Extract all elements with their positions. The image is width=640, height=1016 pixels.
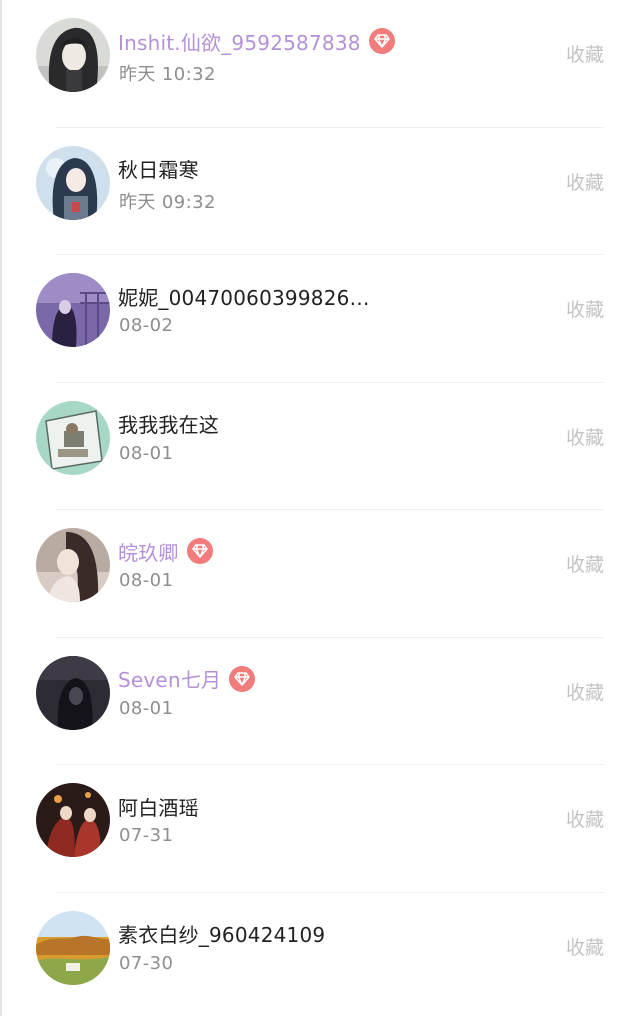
avatar[interactable]	[36, 18, 110, 92]
list-item[interactable]: 秋日霜寒 昨天 09:32 收藏	[0, 128, 640, 255]
name-line: 皖玖卿	[118, 536, 213, 566]
avatar-room-drawing-icon	[36, 400, 110, 475]
timestamp: 07-30	[119, 952, 174, 974]
follower-list-page: Inshit.仙欲_9592587838 昨天 10:32 收藏 秋日霜寒 昨天…	[0, 0, 640, 1016]
avatar-dark-hood-icon	[36, 655, 110, 730]
timestamp: 08-01	[119, 697, 174, 719]
timestamp: 昨天 09:32	[119, 191, 216, 213]
timestamp: 昨天 10:32	[119, 64, 216, 85]
user-name[interactable]: 阿白酒瑶	[118, 792, 199, 821]
list-item[interactable]: 素衣白纱_960424109 07-30 收藏	[0, 893, 640, 1016]
name-line: 阿白酒瑶	[118, 791, 199, 821]
collect-button[interactable]: 收藏	[566, 295, 604, 322]
list-item[interactable]: 阿白酒瑶 07-31 收藏	[0, 765, 640, 893]
timestamp: 08-02	[119, 315, 174, 336]
collect-button[interactable]: 收藏	[566, 40, 604, 67]
list-item[interactable]: 皖玖卿 08-01 收藏	[0, 510, 640, 638]
avatar[interactable]	[36, 400, 110, 475]
vip-diamond-icon	[186, 538, 213, 564]
user-list: Inshit.仙欲_9592587838 昨天 10:32 收藏 秋日霜寒 昨天…	[0, 0, 640, 1016]
name-line: Inshit.仙欲_9592587838	[118, 26, 395, 56]
collect-button[interactable]: 收藏	[566, 805, 604, 832]
name-line: Seven七月	[118, 664, 256, 694]
name-line: 我我我在这	[118, 409, 219, 439]
name-line: 妮妮_00470060399826…	[118, 281, 370, 311]
avatar[interactable]	[36, 273, 110, 347]
avatar-anime-girl-icon	[36, 145, 110, 220]
vip-diamond-icon	[229, 665, 256, 692]
collect-button[interactable]: 收藏	[566, 168, 604, 195]
list-item[interactable]: Inshit.仙欲_9592587838 昨天 10:32 收藏	[0, 0, 640, 128]
name-line: 秋日霜寒	[118, 154, 199, 184]
list-item[interactable]: 我我我在这 08-01 收藏	[0, 383, 640, 510]
name-line: 素衣白纱_960424109	[118, 919, 325, 949]
avatar-long-hair-girl-icon	[36, 528, 110, 602]
avatar[interactable]	[36, 528, 110, 602]
avatar-purple-night-icon	[36, 273, 110, 347]
avatar[interactable]	[36, 655, 110, 730]
timestamp: 08-01	[119, 442, 174, 464]
list-item[interactable]: Seven七月 08-01 收藏	[0, 638, 640, 765]
avatar-autumn-landscape-icon	[36, 910, 110, 985]
user-name[interactable]: 我我我在这	[118, 409, 219, 438]
collect-button[interactable]: 收藏	[566, 678, 604, 705]
user-name[interactable]: Seven七月	[118, 664, 221, 693]
collect-button[interactable]: 收藏	[566, 933, 604, 960]
list-item[interactable]: 妮妮_00470060399826… 08-02 收藏	[0, 255, 640, 383]
timestamp: 08-01	[119, 570, 174, 591]
avatar[interactable]	[36, 910, 110, 985]
timestamp: 07-31	[119, 825, 174, 846]
avatar-red-costume-icon	[36, 783, 110, 857]
avatar-dark-hair-girl-icon	[36, 18, 110, 92]
user-name[interactable]: Inshit.仙欲_9592587838	[118, 27, 361, 56]
collect-button[interactable]: 收藏	[566, 423, 604, 450]
user-name[interactable]: 皖玖卿	[118, 537, 179, 566]
user-name[interactable]: 妮妮_00470060399826…	[118, 282, 370, 311]
collect-button[interactable]: 收藏	[566, 550, 604, 577]
user-name[interactable]: 素衣白纱_960424109	[118, 919, 325, 948]
avatar[interactable]	[36, 145, 110, 220]
avatar[interactable]	[36, 783, 110, 857]
user-name[interactable]: 秋日霜寒	[118, 154, 199, 183]
vip-diamond-icon	[368, 28, 395, 54]
